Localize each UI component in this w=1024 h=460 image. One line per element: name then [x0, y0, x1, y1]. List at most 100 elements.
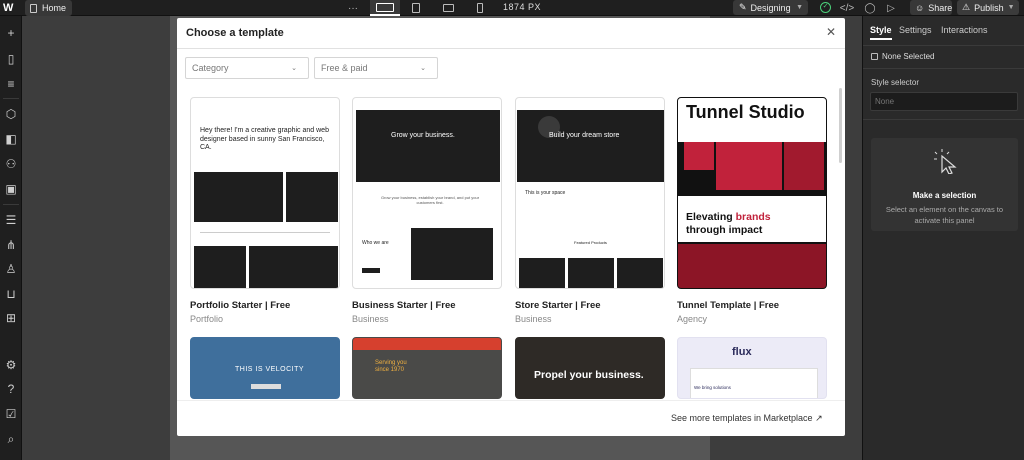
style-selectors-icon[interactable]: ◧ [4, 132, 18, 146]
share-button[interactable]: ☺ Share [910, 0, 952, 15]
components-icon[interactable]: ⬡ [4, 107, 18, 121]
business-subtext: Grow your business, establish your brand… [380, 195, 480, 205]
store-featured: Featured Products [574, 240, 607, 245]
thumb-hero [356, 110, 500, 182]
thumb-button [251, 384, 281, 389]
thumb-nav [353, 338, 501, 350]
tab-interactions[interactable]: Interactions [941, 25, 988, 35]
style-selector-label: Style selector [871, 78, 920, 87]
close-icon[interactable]: ✕ [826, 25, 836, 39]
assets-icon[interactable]: ▣ [4, 182, 18, 196]
publish-button[interactable]: ⚠ Publish ▼ [957, 0, 1019, 15]
help-icon[interactable]: ? [4, 382, 18, 396]
cms-icon[interactable]: ☰ [4, 213, 18, 227]
mobile-portrait-icon [477, 3, 483, 13]
choose-template-dialog: Choose a template ✕ Category ⌄ Free & pa… [177, 18, 845, 436]
thumb-product [568, 258, 614, 288]
thumb-tunnel-image [678, 244, 826, 288]
template-thumbnail[interactable]: Build your dream store This is your spac… [515, 97, 665, 289]
template-thumbnail[interactable]: THIS IS VELOCITY [190, 337, 340, 399]
webflow-logo[interactable]: W [3, 2, 19, 14]
see-more-templates-link[interactable]: See more templates in Marketplace ↗ [671, 413, 823, 424]
breakpoint-mobile-button[interactable] [470, 0, 490, 16]
template-thumbnail[interactable]: Grow your business. Grow your business, … [352, 97, 502, 289]
store-your-space: This is your space [525, 190, 566, 196]
thumb-image [194, 172, 283, 222]
search-icon[interactable]: ⌕ [4, 432, 18, 446]
ellipsis-icon: ··· [348, 2, 358, 14]
tablet-icon [412, 3, 420, 13]
audit-checklist-icon[interactable]: ☑ [4, 407, 18, 421]
category-filter[interactable]: Category ⌄ [185, 57, 309, 79]
element-box-icon [871, 53, 878, 60]
template-thumbnail[interactable]: Serving you since 1970 [352, 337, 502, 399]
publish-label: Publish [974, 2, 1004, 13]
home-page-button[interactable]: Home [25, 0, 73, 16]
tab-settings[interactable]: Settings [899, 25, 932, 35]
comment-icon[interactable]: ◯ [863, 0, 877, 16]
portfolio-headline: Hey there! I'm a creative graphic and we… [200, 127, 329, 151]
apps-icon[interactable]: ⊞ [4, 311, 18, 325]
make-selection-description: Select an element on the canvas to activ… [885, 205, 1004, 225]
cursor-click-icon [934, 149, 957, 174]
add-icon[interactable]: + [4, 26, 18, 40]
thumb-line [200, 232, 330, 233]
users-icon[interactable]: ♙ [4, 262, 18, 276]
share-label: Share [928, 2, 953, 13]
warning-icon: ⚠ [962, 2, 971, 12]
category-filter-label: Category [192, 63, 229, 73]
ecommerce-icon[interactable]: ⊔ [4, 287, 18, 301]
more-options-button[interactable]: ··· [346, 0, 360, 16]
settings-gear-icon[interactable]: ⚙ [4, 358, 18, 372]
template-category: Business [515, 314, 552, 324]
mode-selector[interactable]: ✎ Designing ▼ [733, 0, 808, 15]
template-name: Portfolio Starter | Free [190, 300, 291, 311]
breakpoint-desktop-button[interactable] [370, 0, 400, 16]
breakpoint-landscape-button[interactable] [438, 0, 458, 16]
flux-subtext: We bring solutions [694, 385, 731, 390]
template-thumbnail[interactable]: Tunnel Studio Elevating brands through i… [677, 97, 827, 289]
thumb-image [716, 142, 782, 190]
navigator-icon[interactable]: ≡ [4, 77, 18, 91]
template-grid: Hey there! I'm a creative graphic and we… [177, 94, 845, 400]
template-category: Business [352, 314, 389, 324]
code-icon[interactable]: </> [840, 0, 854, 16]
thumb-product [617, 258, 663, 288]
tunnel-title: Tunnel Studio [686, 102, 805, 122]
price-filter[interactable]: Free & paid ⌄ [314, 57, 438, 79]
tunnel-impact: through impact [686, 224, 763, 236]
panel-tabs: Style Settings Interactions [863, 16, 1024, 46]
template-name: Business Starter | Free [352, 300, 456, 311]
left-toolbar: + ▯ ≡ ⬡ ◧ ⚇ ▣ ☰ ⋔ ♙ ⊔ ⊞ ⚙ ? ☑ ⌕ [0, 16, 22, 460]
template-thumbnail[interactable]: Hey there! I'm a creative graphic and we… [190, 97, 340, 289]
check-circle-icon[interactable]: ✓ [820, 2, 831, 13]
dialog-title: Choose a template [186, 27, 284, 39]
tab-style[interactable]: Style [870, 25, 892, 40]
logic-icon[interactable]: ⋔ [4, 238, 18, 252]
mode-label: Designing [750, 2, 791, 13]
price-filter-label: Free & paid [321, 63, 368, 73]
rail-divider [3, 204, 19, 205]
template-category: Agency [677, 314, 708, 324]
serving-headline: Serving you since 1970 [375, 360, 407, 373]
chevron-down-icon: ▼ [1007, 4, 1015, 11]
style-selector-input[interactable] [870, 92, 1018, 111]
rail-divider [3, 98, 19, 99]
pages-icon[interactable]: ▯ [4, 52, 18, 66]
selection-status: None Selected [871, 52, 934, 61]
tunnel-elevating-text: Elevating [686, 211, 736, 223]
person-icon: ☺ [915, 2, 925, 13]
dialog-divider [177, 48, 845, 49]
variables-icon[interactable]: ⚇ [4, 157, 18, 171]
store-headline: Build your dream store [549, 132, 620, 139]
template-thumbnail[interactable]: flux We bring solutions [677, 337, 827, 399]
breakpoint-tablet-button[interactable] [406, 0, 426, 16]
template-category: Portfolio [190, 314, 224, 324]
chevron-down-icon: ▼ [796, 4, 803, 11]
play-preview-icon[interactable]: ▷ [885, 0, 897, 16]
velocity-headline: THIS IS VELOCITY [235, 366, 305, 373]
tunnel-elevating: Elevating brands [686, 211, 771, 223]
make-selection-card: Make a selection Select an element on th… [871, 138, 1018, 231]
template-thumbnail[interactable]: Propel your business. [515, 337, 665, 399]
business-headline: Grow your business. [391, 132, 455, 139]
